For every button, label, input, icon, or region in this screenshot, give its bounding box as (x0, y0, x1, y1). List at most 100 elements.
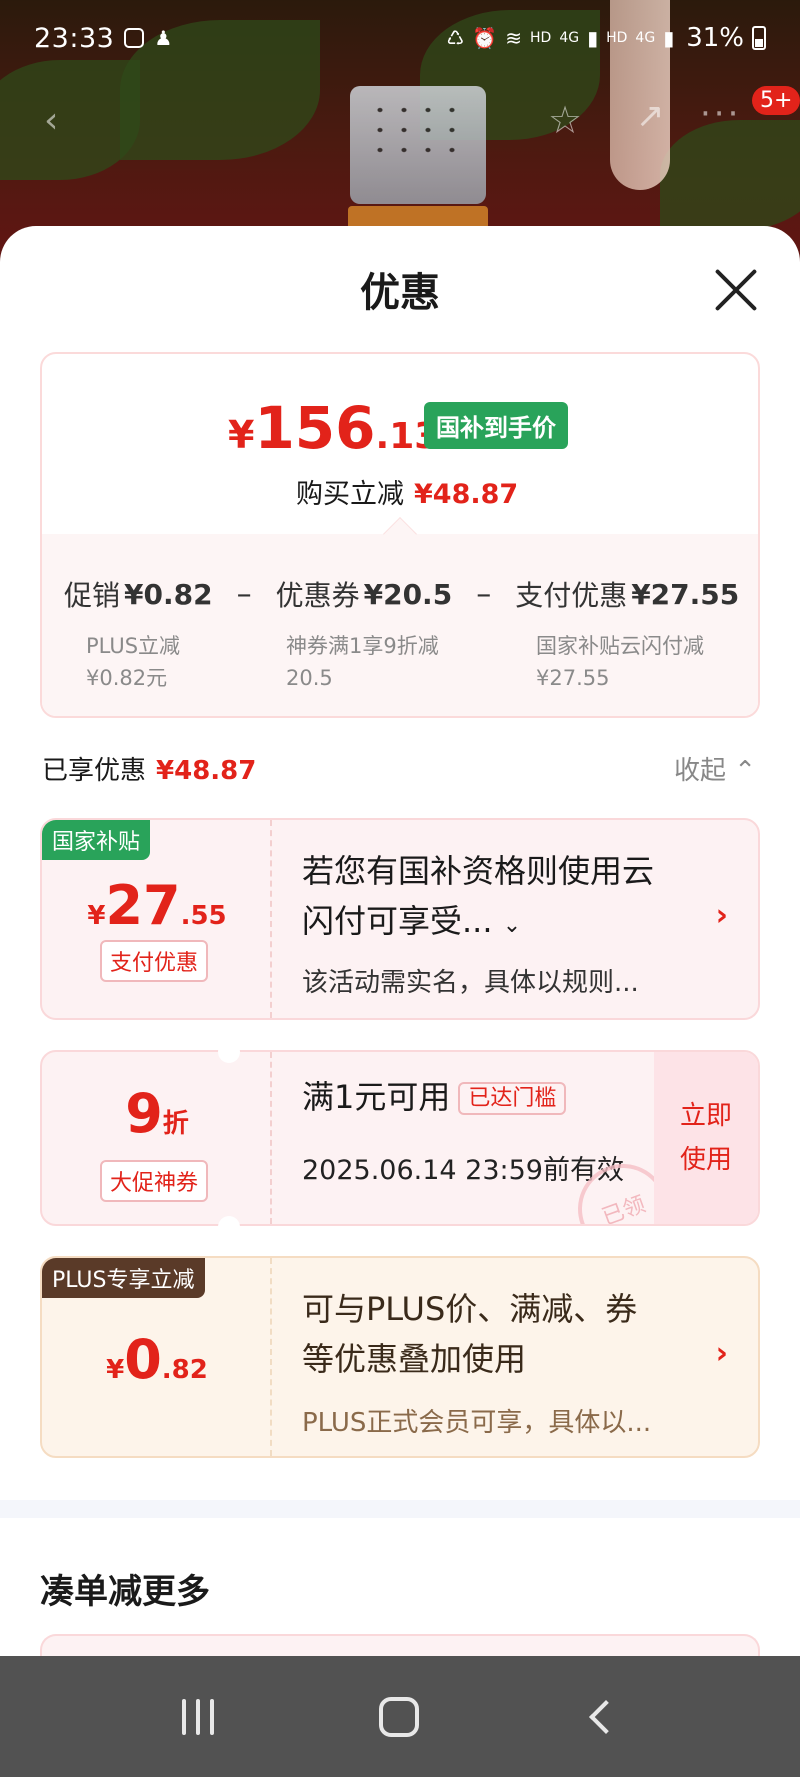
card-amount-integer: 27 (105, 874, 181, 937)
favorite-star-icon[interactable]: ☆ (548, 98, 582, 142)
buy-discount-line: 购买立减 ¥48.87 (296, 472, 518, 511)
section-divider (0, 1500, 800, 1518)
promo-label: 促销 (64, 579, 121, 612)
back-chevron-icon[interactable]: ‹ (44, 100, 58, 141)
card-type-pill: 支付优惠 (100, 940, 209, 982)
card-expiry: 2025.06.14 23:59前有效 (302, 1155, 624, 1186)
app-notification-icon: ♟ (154, 26, 173, 50)
card-description: 满1元可用 已达门槛 (302, 1072, 567, 1124)
status-bar: 23:33 ♟ ♺ ⏰ ≋ HD 4G ▮ HD 4G ▮ 31% (0, 0, 800, 76)
pay-amount: ¥27.55 (631, 577, 740, 611)
use-now-button[interactable]: 立即 使用 (654, 1052, 758, 1224)
card-discount-value: 9 (125, 1082, 163, 1145)
card-note: PLUS正式会员可享，具体以... (302, 1408, 652, 1438)
battery-icon (752, 26, 766, 50)
pay-detail: 国家补贴云闪付减 ¥27.55 (536, 630, 704, 694)
recent-apps-icon[interactable] (182, 1698, 215, 1735)
ticket-notch (218, 1041, 240, 1063)
back-icon[interactable] (588, 1699, 623, 1734)
card-corner-tag: PLUS专享立减 (42, 1258, 205, 1298)
card-left: PLUS专享立减 ¥0.82 (42, 1258, 272, 1456)
card-amount-currency: ¥ (106, 1355, 125, 1385)
card-description-line-2-text: 闪付可享受... (302, 902, 493, 940)
card-discount-unit: 折 (162, 1109, 189, 1139)
national-subsidy-card[interactable]: 国家补贴 ¥27.55 支付优惠 若您有国补资格则使用云 闪付可享受... ⌄ … (40, 818, 760, 1020)
coupon-detail: 神券满1享9折减 20.5 (286, 630, 439, 694)
chevron-down-icon[interactable]: ⌄ (503, 913, 521, 938)
coupon-card[interactable]: 9折 大促神券 满1元可用 已达门槛 2025.06.14 23:59前有效 已领… (40, 1050, 760, 1226)
plus-discount-card[interactable]: PLUS专享立减 ¥0.82 可与PLUS价、满减、券 等优惠叠加使用 PLUS… (40, 1256, 760, 1458)
card-note: 该活动需实名，具体以规则... (302, 968, 639, 998)
coupon-detail-line-2: 20.5 (286, 666, 333, 690)
minus-sign-2: – (476, 576, 492, 612)
alarm-icon: ⏰ (472, 26, 498, 50)
use-now-line-1: 立即 (679, 1101, 732, 1131)
final-price: ¥156.13 (228, 394, 439, 462)
share-icon[interactable]: ↗ (636, 96, 665, 136)
threshold-reached-badge: 已达门槛 (458, 1082, 567, 1115)
final-price-integer: 156 (254, 394, 376, 462)
buy-discount-label: 购买立减 (296, 479, 404, 510)
card-corner-tag: 国家补贴 (42, 820, 151, 860)
clock-app-icon (124, 28, 145, 48)
product-nav-row: ‹ ☆ ↗ ··· (0, 92, 800, 148)
signal-hd-label-2: HD (606, 30, 628, 46)
card-amount-decimal: .55 (180, 901, 227, 931)
ticket-notch (218, 1216, 240, 1238)
discount-sheet: 优惠 ¥156.13 国补到手价 购买立减 ¥48.87 促销 ¥0.82 – 优… (0, 226, 800, 1656)
status-time: 23:33 (34, 22, 115, 54)
status-right: ♺ ⏰ ≋ HD 4G ▮ HD 4G ▮ 31% (446, 23, 766, 53)
collapse-label: 收起 (674, 756, 727, 786)
chevron-right-icon[interactable]: › (716, 1336, 728, 1371)
card-description: 若您有国补资格则使用云 闪付可享受... ⌄ (302, 846, 654, 951)
more-deals-title: 凑单减更多 (40, 1572, 210, 1612)
breakdown-row: 促销 ¥0.82 – 优惠券 ¥20.5 – 支付优惠 ¥27.55 (64, 574, 758, 614)
card-left: 9折 大促神券 (42, 1052, 272, 1224)
card-amount: ¥27.55 (42, 874, 272, 937)
card-left: 国家补贴 ¥27.55 支付优惠 (42, 820, 272, 1018)
promo-amount: ¥0.82 (124, 577, 213, 611)
buy-discount-amount: ¥48.87 (414, 479, 519, 510)
discount-breakdown: 促销 ¥0.82 – 优惠券 ¥20.5 – 支付优惠 ¥27.55 PLUS立… (42, 534, 758, 716)
collapse-button[interactable]: 收起 ⌃ (674, 750, 756, 787)
battery-percent: 31% (686, 23, 744, 53)
enjoyed-label: 已享优惠 (42, 756, 147, 786)
battery-saver-icon: ♺ (446, 26, 465, 50)
coupon-amount: ¥20.5 (363, 577, 453, 611)
chevron-right-icon[interactable]: › (716, 898, 728, 933)
home-icon[interactable] (378, 1696, 419, 1737)
card-description-line-2: 闪付可享受... ⌄ (302, 896, 654, 951)
message-count-badge: 5+ (752, 86, 800, 115)
enjoyed-amount: ¥48.87 (156, 756, 257, 786)
use-now-line-2: 使用 (679, 1145, 732, 1175)
chevron-up-icon: ⌃ (734, 756, 757, 786)
close-icon[interactable] (712, 266, 760, 314)
system-navigation-bar (0, 1656, 800, 1777)
pay-detail-line-2: ¥27.55 (536, 666, 610, 690)
coupon-detail-line-1: 神券满1享9折减 (286, 634, 439, 658)
promo-detail-line-2: ¥0.82元 (86, 666, 168, 690)
coupon-label: 优惠券 (275, 579, 360, 612)
minus-sign: – (236, 576, 252, 612)
card-amount-currency: ¥ (87, 901, 106, 931)
card-amount-integer: 0 (124, 1328, 162, 1391)
signal-bars-icon: ▮ (587, 26, 599, 50)
card-amount: ¥0.82 (42, 1328, 272, 1391)
promo-detail: PLUS立减 ¥0.82元 (86, 630, 180, 694)
pay-label: 支付优惠 (515, 579, 628, 612)
enjoyed-discount: 已享优惠 ¥48.87 (42, 750, 256, 787)
card-description-line-1: 可与PLUS价、满减、券 (302, 1290, 638, 1328)
next-card-peek (40, 1634, 760, 1656)
card-amount-decimal: .82 (161, 1355, 208, 1385)
card-type-pill: 大促神券 (100, 1160, 209, 1202)
wifi-icon: ≋ (505, 26, 523, 50)
card-description-text: 满1元可用 (302, 1078, 451, 1116)
more-icon[interactable]: ··· (700, 94, 741, 134)
signal-hd-label: HD (530, 30, 552, 46)
subsidy-price-tag: 国补到手价 (424, 402, 568, 449)
card-description: 可与PLUS价、满减、券 等优惠叠加使用 (302, 1284, 637, 1384)
pay-detail-line-1: 国家补贴云闪付减 (536, 634, 704, 658)
card-description-line-1: 若您有国补资格则使用云 (302, 852, 655, 890)
signal-bars-icon-2: ▮ (663, 26, 675, 50)
signal-4g-label-2: 4G (635, 30, 656, 46)
